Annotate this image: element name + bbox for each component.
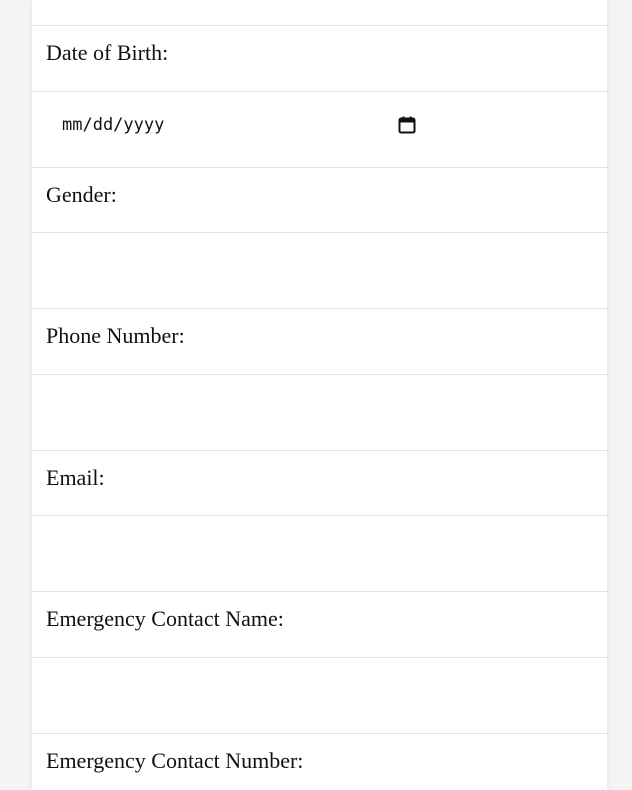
date-of-birth-label: Date of Birth: (46, 40, 169, 65)
phone-number-label-row: Phone Number: (32, 308, 607, 374)
emergency-contact-number-label-row: Emergency Contact Number: (32, 733, 607, 790)
date-placeholder: mm/dd/yyyy (62, 115, 165, 135)
emergency-contact-name-label: Emergency Contact Name: (46, 606, 284, 631)
patient-form-card: Date of Birth: mm/dd/yyyy Gender: Phone … (32, 0, 607, 790)
email-label: Email: (46, 465, 105, 490)
previous-input-row[interactable] (32, 0, 607, 25)
email-label-row: Email: (32, 450, 607, 516)
gender-input-row (32, 232, 607, 308)
date-of-birth-label-row: Date of Birth: (32, 25, 607, 91)
emergency-contact-name-label-row: Emergency Contact Name: (32, 591, 607, 657)
phone-number-input[interactable] (46, 389, 586, 433)
emergency-contact-name-input-row (32, 657, 607, 733)
emergency-contact-number-label: Emergency Contact Number: (46, 748, 304, 773)
date-of-birth-input-row: mm/dd/yyyy (32, 91, 607, 167)
email-input-row (32, 515, 607, 591)
date-of-birth-input[interactable]: mm/dd/yyyy (46, 106, 426, 142)
email-input[interactable] (46, 530, 586, 574)
gender-label-row: Gender: (32, 167, 607, 233)
phone-number-input-row (32, 374, 607, 450)
gender-input[interactable] (46, 247, 586, 291)
phone-number-label: Phone Number: (46, 323, 185, 348)
gender-label: Gender: (46, 182, 117, 207)
calendar-icon[interactable] (398, 116, 416, 134)
emergency-contact-name-input[interactable] (46, 672, 586, 716)
